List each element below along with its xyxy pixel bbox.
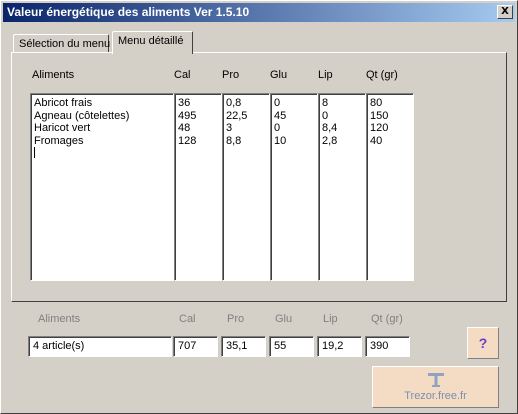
list-item[interactable]: 3 [226, 122, 266, 135]
window-title: Valeur énergétique des aliments Ver 1.5.… [7, 5, 250, 19]
close-button[interactable]: X [497, 5, 513, 19]
list-item[interactable]: 45 [274, 110, 314, 123]
header-qt: Qt (gr) [366, 69, 398, 81]
list-item[interactable]: 0,8 [226, 97, 266, 110]
totals-header-glu: Glu [275, 313, 293, 325]
header-lip: Lip [318, 69, 333, 81]
total-pro-field: 35,1 [221, 336, 266, 357]
header-cal: Cal [174, 69, 191, 81]
list-item[interactable]: 8 [322, 97, 362, 110]
total-glu-field: 55 [269, 336, 314, 357]
list-item[interactable]: 495 [178, 110, 218, 123]
list-item[interactable]: 0 [274, 97, 314, 110]
total-aliments-field: 4 article(s) [28, 336, 172, 357]
totals-header-pro: Pro [227, 313, 245, 325]
list-item[interactable]: 128 [178, 135, 218, 148]
list-item[interactable]: 150 [370, 110, 410, 123]
title-bar[interactable]: Valeur énergétique des aliments Ver 1.5.… [3, 3, 515, 22]
list-item[interactable]: 36 [178, 97, 218, 110]
tab-menu-detaille[interactable]: Menu détaillé [112, 31, 193, 54]
list-item[interactable]: 40 [370, 135, 410, 148]
total-cal-field: 707 [173, 336, 218, 357]
list-item[interactable]: 0 [274, 122, 314, 135]
list-item[interactable]: 22,5 [226, 110, 266, 123]
list-item[interactable]: Agneau (côtelettes) [34, 110, 170, 123]
header-pro: Pro [222, 69, 240, 81]
list-item[interactable]: Haricot vert [34, 122, 170, 135]
total-qt-field: 390 [365, 336, 410, 357]
text-caret [34, 147, 170, 162]
list-item[interactable]: 120 [370, 122, 410, 135]
t-logo-icon [428, 373, 444, 387]
list-item[interactable]: 8,4 [322, 122, 362, 135]
list-cal[interactable]: 36 495 48 128 [174, 93, 222, 281]
list-item[interactable]: 2,8 [322, 135, 362, 148]
list-item[interactable]: Fromages [34, 135, 170, 148]
list-item[interactable]: 10 [274, 135, 314, 148]
list-item[interactable]: 48 [178, 122, 218, 135]
brand-text: Trezor.free.fr [404, 390, 467, 402]
help-button[interactable]: ? [467, 327, 499, 359]
list-pro[interactable]: 0,8 22,5 3 8,8 [222, 93, 270, 281]
list-qt[interactable]: 80 150 120 40 [366, 93, 414, 281]
totals-header-cal: Cal [179, 313, 196, 325]
list-item[interactable]: Abricot frais [34, 97, 170, 110]
trezor-link-button[interactable]: Trezor.free.fr [372, 366, 499, 408]
header-glu: Glu [270, 69, 288, 81]
totals-header-lip: Lip [323, 313, 338, 325]
tab-selection-menu[interactable]: Sélection du menu [13, 34, 110, 53]
app-window: Valeur énergétique des aliments Ver 1.5.… [0, 0, 518, 414]
total-lip-field: 19,2 [317, 336, 362, 357]
list-aliments[interactable]: Abricot frais Agneau (côtelettes) Harico… [30, 93, 174, 281]
totals-header-qt: Qt (gr) [371, 313, 403, 325]
list-item[interactable]: 0 [322, 110, 362, 123]
list-lip[interactable]: 8 0 8,4 2,8 [318, 93, 366, 281]
header-aliments: Aliments [32, 69, 75, 81]
list-item[interactable]: 80 [370, 97, 410, 110]
list-item[interactable]: 8,8 [226, 135, 266, 148]
list-glu[interactable]: 0 45 0 10 [270, 93, 318, 281]
totals-header-aliments: Aliments [38, 313, 81, 325]
